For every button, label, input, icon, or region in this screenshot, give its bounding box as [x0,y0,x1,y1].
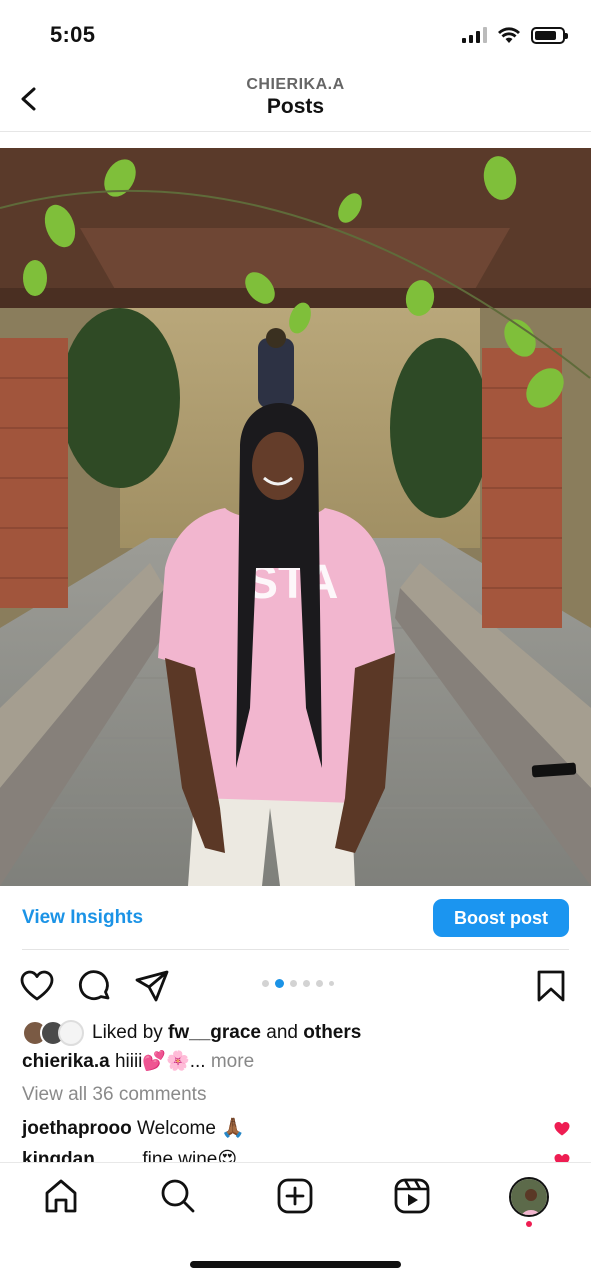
status-bar: 5:05 [0,0,591,70]
liked-by[interactable]: Liked by fw__grace and others [22,1019,361,1047]
profile-avatar-tab[interactable] [509,1177,549,1217]
share-icon[interactable] [134,968,170,1004]
post-actions [0,962,591,1010]
carousel-indicator [262,979,334,988]
post-photo[interactable]: STA [0,148,591,886]
status-time: 5:05 [50,22,96,47]
caption-username[interactable]: chierika.a [22,1051,110,1072]
status-icons [462,26,568,44]
comment-icon[interactable] [77,968,113,1004]
bottom-tab-bar [0,1162,591,1280]
reels-icon[interactable] [393,1177,431,1215]
page-title: Posts [266,95,325,118]
home-icon[interactable] [42,1177,80,1215]
heart-icon[interactable] [19,968,55,1004]
create-icon[interactable] [276,1177,314,1215]
caption-text: hiiii💕🌸... [109,1051,206,1072]
avatar [58,1020,84,1046]
avatar [511,1179,547,1215]
view-all-comments-link[interactable]: View all 36 comments [22,1084,206,1106]
bookmark-icon[interactable] [533,968,569,1004]
liked-by-text: Liked by fw__grace and others [92,1022,362,1043]
notification-dot [526,1221,532,1227]
comment-like-icon[interactable] [553,1120,571,1138]
comment-item[interactable]: joethaprooo Welcome 🙏🏾 [22,1116,245,1140]
boost-post-button[interactable]: Boost post [433,899,569,937]
header-username: CHIERIKA.A [246,76,345,93]
comment-username[interactable]: joethaprooo [22,1118,132,1139]
liker-avatars [22,1020,88,1046]
divider [22,949,569,950]
caption-more-link[interactable]: more [206,1051,254,1072]
view-insights-link[interactable]: View Insights [22,907,143,929]
cellular-signal-icon [462,27,487,43]
comment-text: Welcome 🙏🏾 [131,1118,245,1139]
post-caption[interactable]: chierika.a hiiii💕🌸... more [22,1049,254,1073]
home-indicator [190,1261,401,1268]
search-icon[interactable] [159,1177,197,1215]
insights-row: View Insights Boost post [0,886,591,950]
battery-icon [531,26,568,44]
wifi-icon [498,27,520,43]
header: CHIERIKA.A Posts [0,70,591,132]
